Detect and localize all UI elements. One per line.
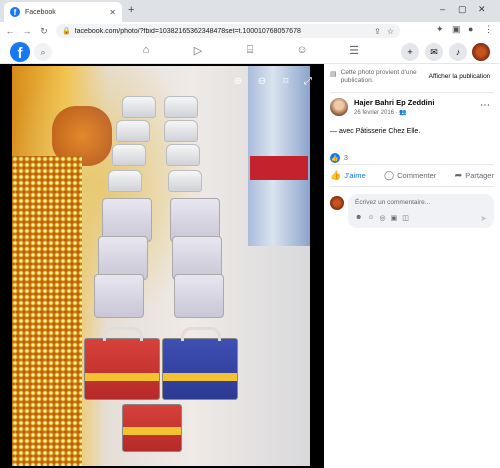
post-actions: 👍 J'aime ◯ Commenter ➦ Partager bbox=[330, 170, 494, 181]
photo-cup bbox=[112, 144, 146, 166]
home-icon[interactable]: ⌂ bbox=[138, 44, 154, 56]
back-icon[interactable]: ← bbox=[3, 26, 17, 36]
photo-cup bbox=[168, 170, 202, 192]
create-icon[interactable]: + bbox=[401, 43, 419, 61]
comment-input[interactable]: Écrivez un commentaire... ☻ ☺ ◎ ▣ ◫ ➤ bbox=[348, 194, 494, 228]
facebook-favicon-icon: f bbox=[10, 7, 20, 17]
avatar-sticker-icon[interactable]: ☻ bbox=[355, 214, 362, 222]
divider bbox=[330, 164, 494, 165]
extensions-icon[interactable]: ✦ bbox=[436, 24, 444, 35]
profile-icon[interactable]: ● bbox=[468, 24, 473, 34]
post-details-panel: ▤ Cette photo provient d'une publication… bbox=[324, 64, 500, 468]
caption-suffix: . bbox=[418, 128, 421, 135]
share-label: Partager bbox=[465, 171, 494, 180]
commenter-avatar[interactable] bbox=[330, 196, 344, 210]
photo-box-red bbox=[84, 327, 160, 400]
tagged-page-link[interactable]: Pâtisserie Chez Elle bbox=[356, 128, 419, 135]
share-page-icon[interactable]: ⇪ bbox=[374, 27, 381, 36]
facebook-header: f ⌕ ⌂ ▷ ⌸ ☺ ☰ + ✉ ♪ bbox=[0, 40, 500, 64]
close-window-button[interactable]: ✕ bbox=[478, 4, 486, 15]
author-avatar[interactable] bbox=[330, 98, 348, 116]
tag-icon[interactable]: ⌑ bbox=[278, 74, 294, 90]
photo-cup bbox=[164, 120, 198, 142]
photo-cup bbox=[164, 96, 198, 118]
thumbs-up-icon: 👍 bbox=[330, 170, 342, 180]
forward-icon[interactable]: → bbox=[20, 26, 34, 36]
photo-bag bbox=[174, 274, 224, 318]
browser-menu-icon[interactable]: ⋮ bbox=[484, 24, 493, 35]
reload-icon[interactable]: ↻ bbox=[37, 26, 51, 37]
like-button[interactable]: 👍 J'aime bbox=[330, 170, 366, 181]
photo-box-blue bbox=[162, 327, 238, 400]
like-label: J'aime bbox=[344, 171, 366, 180]
address-toolbar: ← → ↻ 🔒 facebook.com/photo/?fbid=1038216… bbox=[0, 22, 500, 40]
account-avatar[interactable] bbox=[472, 43, 490, 61]
search-icon[interactable]: ⌕ bbox=[34, 43, 52, 61]
photo-bag bbox=[94, 274, 144, 318]
send-icon[interactable]: ➤ bbox=[480, 214, 487, 223]
tab-strip: f Facebook ✕ + – ▢ ✕ bbox=[0, 0, 500, 22]
photo-detail-sequins bbox=[12, 156, 82, 466]
photo-cup bbox=[166, 144, 200, 166]
comment-label: Commenter bbox=[397, 171, 437, 180]
reactions-summary[interactable]: 👍 3 bbox=[330, 153, 348, 163]
source-notice: ▤ Cette photo provient d'une publication… bbox=[330, 69, 498, 85]
like-reaction-icon: 👍 bbox=[330, 153, 340, 163]
share-icon: ➦ bbox=[454, 170, 463, 180]
browser-window: f Facebook ✕ + – ▢ ✕ ← → ↻ 🔒 facebook.co… bbox=[0, 0, 500, 468]
share-button[interactable]: ➦ Partager bbox=[455, 170, 494, 181]
post-caption: — avec Pâtisserie Chez Elle. bbox=[330, 128, 420, 135]
post-author: Hajer Bahri Ep Zeddini 26 février 2016 ·… bbox=[330, 98, 434, 116]
lock-icon: 🔒 bbox=[62, 28, 71, 35]
facebook-logo-icon[interactable]: f bbox=[10, 42, 30, 62]
marketplace-icon[interactable]: ⌸ bbox=[242, 44, 258, 57]
tab-close-icon[interactable]: ✕ bbox=[109, 8, 116, 17]
photo-cup bbox=[122, 96, 156, 118]
comment-button[interactable]: ◯ Commenter bbox=[384, 170, 436, 181]
notice-text: Cette photo provient d'une publication. bbox=[340, 69, 417, 84]
photo-box-small bbox=[122, 404, 182, 452]
emoji-icon[interactable]: ☺ bbox=[367, 214, 374, 222]
divider bbox=[330, 186, 494, 187]
caption-prefix: — avec bbox=[330, 128, 356, 135]
tab-title: Facebook bbox=[25, 8, 56, 16]
photo-cup bbox=[116, 120, 150, 142]
sidepanel-icon[interactable]: ▣ bbox=[452, 24, 461, 35]
messenger-icon[interactable]: ✉ bbox=[425, 43, 443, 61]
post-date[interactable]: 26 février 2016 · bbox=[354, 110, 399, 116]
gif-icon[interactable]: ▣ bbox=[391, 214, 398, 222]
browser-tab-facebook[interactable]: f Facebook ✕ bbox=[4, 2, 122, 22]
groups-icon[interactable]: ☺ bbox=[294, 44, 310, 56]
photo-detail-bottle-label bbox=[250, 156, 308, 180]
bookmark-star-icon[interactable]: ☆ bbox=[387, 27, 394, 36]
notifications-icon[interactable]: ♪ bbox=[449, 43, 467, 61]
like-count: 3 bbox=[344, 154, 348, 162]
comment-placeholder: Écrivez un commentaire... bbox=[355, 199, 431, 206]
url-text[interactable]: facebook.com/photo/?fbid=103821653623484… bbox=[75, 28, 368, 35]
photo-viewer: ⊕ ⊖ ⌑ ⤢ bbox=[0, 64, 324, 468]
info-icon: ▤ bbox=[330, 71, 337, 78]
zoom-out-icon[interactable]: ⊖ bbox=[254, 74, 270, 90]
more-options-icon[interactable]: ⋯ bbox=[480, 100, 490, 111]
audience-friends-icon: 👥 bbox=[399, 110, 407, 116]
party-favors-photo bbox=[12, 66, 310, 466]
maximize-button[interactable]: ▢ bbox=[458, 4, 467, 15]
comment-tools: ☻ ☺ ◎ ▣ ◫ bbox=[355, 214, 414, 222]
view-post-link[interactable]: Afficher la publication bbox=[429, 73, 491, 80]
video-icon[interactable]: ▷ bbox=[190, 44, 206, 57]
minimize-button[interactable]: – bbox=[440, 4, 445, 14]
divider bbox=[330, 92, 494, 93]
address-bar[interactable]: 🔒 facebook.com/photo/?fbid=1038216536234… bbox=[56, 24, 400, 38]
comment-composer: Écrivez un commentaire... ☻ ☺ ◎ ▣ ◫ ➤ bbox=[330, 194, 494, 228]
comment-icon: ◯ bbox=[384, 170, 395, 180]
camera-icon[interactable]: ◎ bbox=[380, 214, 386, 222]
author-name[interactable]: Hajer Bahri Ep Zeddini bbox=[354, 98, 434, 107]
new-tab-button[interactable]: + bbox=[128, 4, 134, 16]
zoom-in-icon[interactable]: ⊕ bbox=[230, 74, 246, 90]
fullscreen-icon[interactable]: ⤢ bbox=[300, 74, 316, 90]
menu-icon[interactable]: ☰ bbox=[346, 44, 362, 57]
photo-cup bbox=[108, 170, 142, 192]
sticker-icon[interactable]: ◫ bbox=[402, 214, 409, 222]
